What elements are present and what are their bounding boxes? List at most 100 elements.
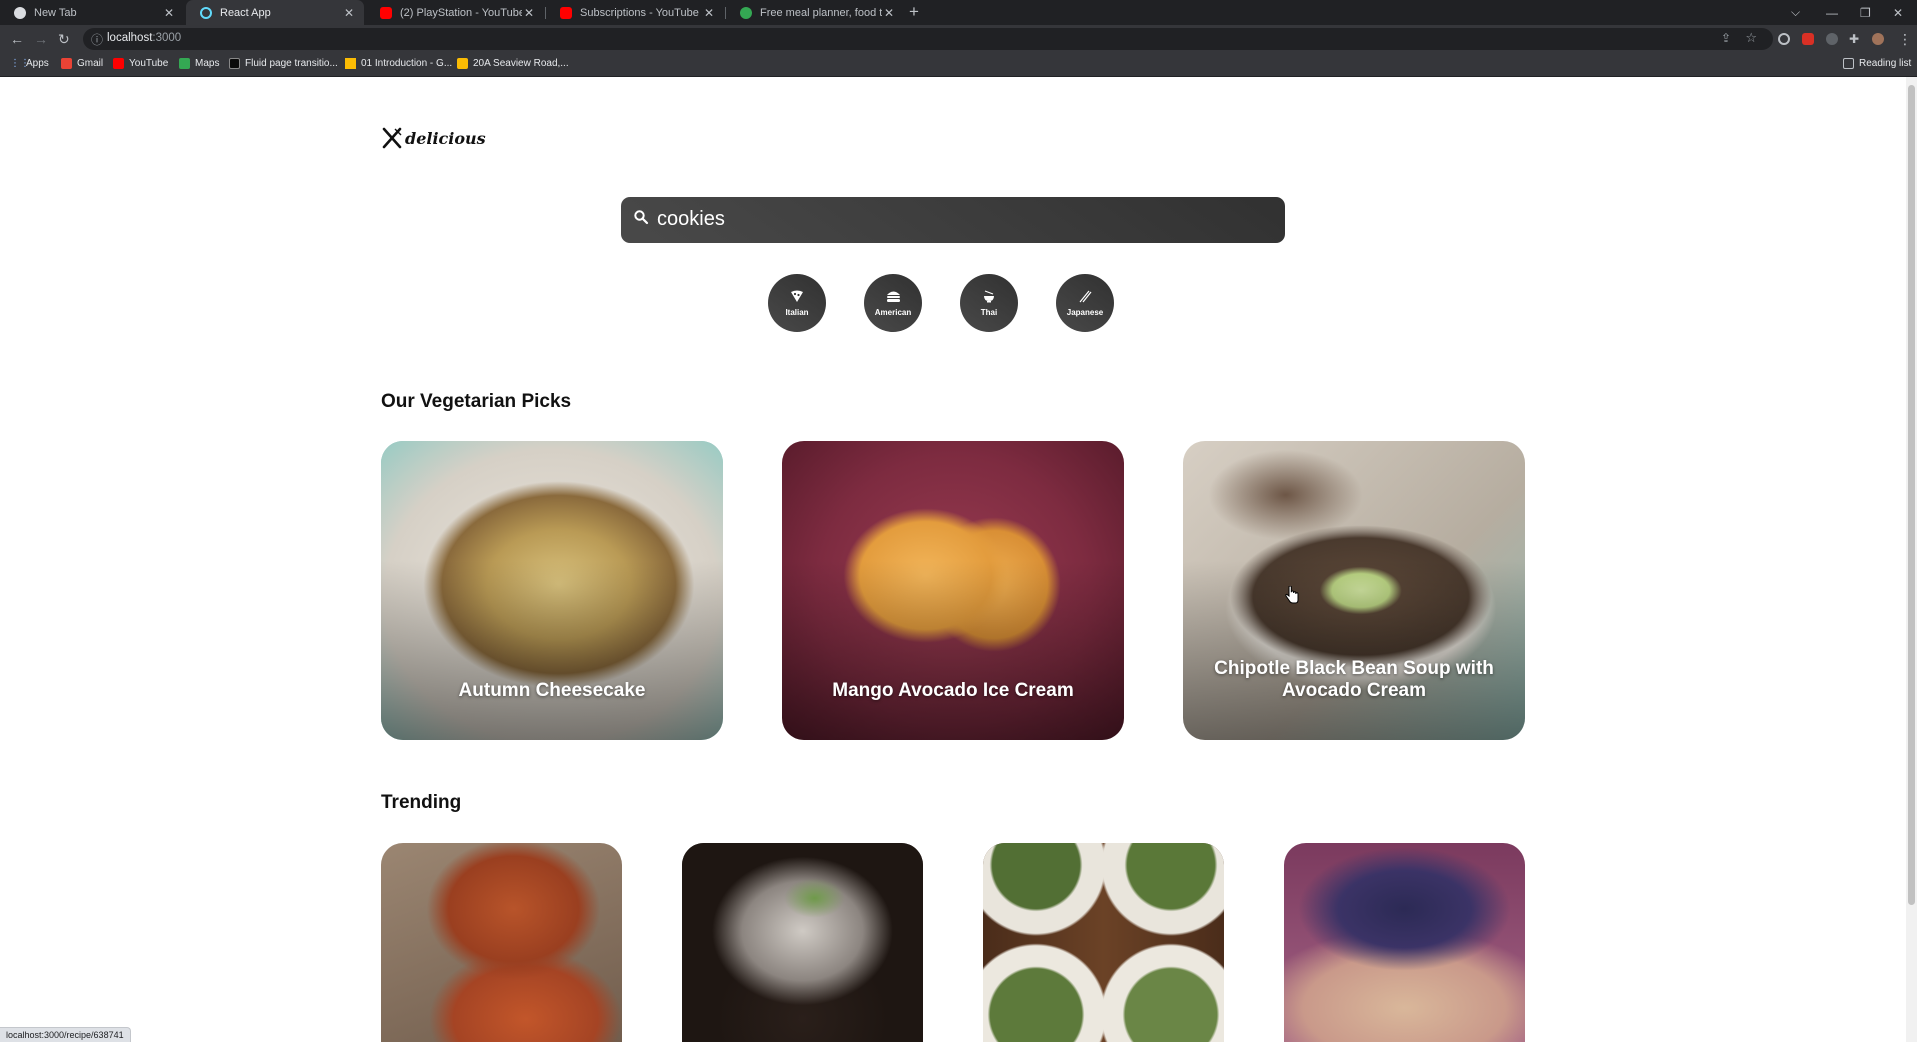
cuisine-japanese[interactable]: Japanese (1056, 274, 1114, 332)
pizza-icon (790, 290, 804, 304)
close-tab-icon[interactable]: ✕ (882, 6, 896, 20)
extension-icon[interactable] (1802, 33, 1814, 45)
new-tab-icon[interactable]: + (909, 2, 919, 22)
reading-list-button[interactable]: Reading list (1843, 58, 1911, 69)
bookmark-apps[interactable]: ⋮⋮ Apps (10, 58, 49, 69)
bookmark-label: Fluid page transitio... (245, 58, 338, 69)
close-tab-icon[interactable]: ✕ (162, 6, 176, 20)
bookmark-star-icon[interactable]: ☆ (1745, 30, 1757, 46)
chopsticks-icon (1078, 290, 1092, 304)
url-port: :3000 (152, 32, 182, 44)
cuisine-italian[interactable]: Italian (768, 274, 826, 332)
bookmark-fluid-page-transitions[interactable]: Fluid page transitio... (229, 58, 338, 69)
bookmark-label: 01 Introduction - G... (361, 58, 453, 69)
veggie-card[interactable]: Autumn Cheesecake (381, 441, 723, 740)
page-scrollbar[interactable] (1906, 77, 1917, 1042)
reading-list-label: Reading list (1859, 58, 1912, 69)
apps-grid-icon: ⋮⋮ (10, 58, 30, 69)
tab-subscriptions-youtube[interactable]: Subscriptions - YouTube ✕ (546, 0, 724, 25)
tab-new-tab[interactable]: New Tab ✕ (0, 0, 184, 25)
cuisine-label: Japanese (1066, 307, 1104, 317)
recipe-image (682, 843, 923, 1042)
reload-icon[interactable]: ↻ (58, 30, 70, 48)
google-maps-icon (457, 58, 468, 69)
cuisine-label: American (874, 307, 912, 317)
cloud-extension-icon[interactable] (1826, 33, 1838, 45)
url-host: localhost (107, 32, 153, 44)
trending-card[interactable] (682, 843, 923, 1042)
url-text: localhost:3000 (107, 32, 181, 44)
cuisine-label: Italian (785, 307, 809, 317)
browser-toolbar: ← → ↻ ⓘ localhost:3000 ⇪ ☆ ✚ ⋮ (0, 25, 1917, 53)
bookmark-youtube[interactable]: YouTube (113, 58, 168, 69)
logo-text: delicious (405, 128, 486, 148)
bookmark-gmail[interactable]: Gmail (61, 58, 103, 69)
bookmark-label: Apps (26, 58, 49, 69)
bookmark-label: 20A Seaview Road,... (473, 58, 569, 69)
bookmark-label: Gmail (77, 58, 104, 69)
bookmark-label: YouTube (129, 58, 169, 69)
tab-meal-planner[interactable]: Free meal planner, food tracker,... ✕ (726, 0, 904, 25)
close-window-icon[interactable]: ✕ (1893, 0, 1903, 25)
recipe-image (381, 843, 622, 1042)
react-icon (200, 6, 212, 19)
close-tab-icon[interactable]: ✕ (522, 6, 536, 20)
address-bar[interactable]: ⓘ localhost:3000 ⇪ ☆ (83, 28, 1773, 50)
recipe-title: Autumn Cheesecake (458, 680, 646, 701)
minimize-icon[interactable]: — (1826, 0, 1838, 25)
cuisine-thai[interactable]: Thai (960, 274, 1018, 332)
reading-list-icon (1843, 58, 1854, 69)
restore-icon[interactable]: ❐ (1860, 0, 1871, 25)
page-viewport: delicious cookies Italian American Thai (0, 77, 1906, 1042)
tab-title: Free meal planner, food tracker,... (760, 6, 882, 19)
youtube-icon (113, 58, 124, 69)
bookmark-seaview-road[interactable]: 20A Seaview Road,... (457, 58, 569, 69)
tab-strip: New Tab ✕ React App ✕ (2) PlayStation - … (0, 0, 1917, 25)
site-favicon-icon (740, 6, 752, 19)
extension-icon[interactable] (1778, 33, 1790, 45)
search-icon (634, 210, 649, 225)
trending-card[interactable] (381, 843, 622, 1042)
fork-knife-icon (382, 127, 402, 149)
profile-avatar[interactable] (1872, 33, 1884, 45)
back-icon[interactable]: ← (10, 30, 24, 48)
hand-pointer-icon (1285, 586, 1299, 604)
search-bar[interactable]: cookies (621, 197, 1285, 243)
tab-title: (2) PlayStation - YouTube (400, 6, 522, 19)
hamburger-icon (886, 290, 901, 304)
drive-icon (345, 58, 356, 69)
tab-title: Subscriptions - YouTube (580, 6, 699, 19)
cuisine-american[interactable]: American (864, 274, 922, 332)
bookmark-maps[interactable]: Maps (179, 58, 219, 69)
cuisine-label: Thai (980, 307, 998, 317)
maps-icon (179, 58, 190, 69)
scrollbar-thumb[interactable] (1908, 85, 1915, 905)
close-tab-icon[interactable]: ✕ (342, 6, 356, 20)
noodles-bowl-icon (982, 290, 996, 304)
tab-search-icon[interactable]: ⌵ (1791, 0, 1800, 25)
tab-playstation-youtube[interactable]: (2) PlayStation - YouTube ✕ (366, 0, 544, 25)
trending-card[interactable] (983, 843, 1224, 1042)
site-info-icon[interactable]: ⓘ (91, 31, 103, 48)
bookmark-introduction[interactable]: 01 Introduction - G... (345, 58, 452, 69)
close-tab-icon[interactable]: ✕ (702, 6, 716, 20)
tab-react-app[interactable]: React App ✕ (186, 0, 364, 25)
dev-icon (229, 58, 240, 69)
menu-kebab-icon[interactable]: ⋮ (1898, 30, 1912, 48)
logo[interactable]: delicious (381, 127, 486, 149)
veggie-card[interactable]: Mango Avocado Ice Cream (782, 441, 1124, 740)
trending-card[interactable] (1284, 843, 1525, 1042)
tab-title: New Tab (34, 6, 77, 19)
extensions-puzzle-icon[interactable]: ✚ (1849, 30, 1859, 48)
share-icon[interactable]: ⇪ (1721, 31, 1731, 45)
veggie-card[interactable]: Chipotle Black Bean Soup with Avocado Cr… (1183, 441, 1525, 740)
bookmark-label: Maps (195, 58, 220, 69)
gmail-icon (61, 58, 72, 69)
youtube-icon (560, 6, 572, 19)
forward-icon[interactable]: → (34, 30, 48, 48)
youtube-icon (380, 6, 392, 19)
status-url-bubble: localhost:3000/recipe/638741 (0, 1027, 131, 1042)
recipe-title: Chipotle Black Bean Soup with Avocado Cr… (1214, 658, 1494, 701)
section-title-veggie: Our Vegetarian Picks (381, 391, 572, 412)
search-input[interactable]: cookies (657, 208, 725, 231)
